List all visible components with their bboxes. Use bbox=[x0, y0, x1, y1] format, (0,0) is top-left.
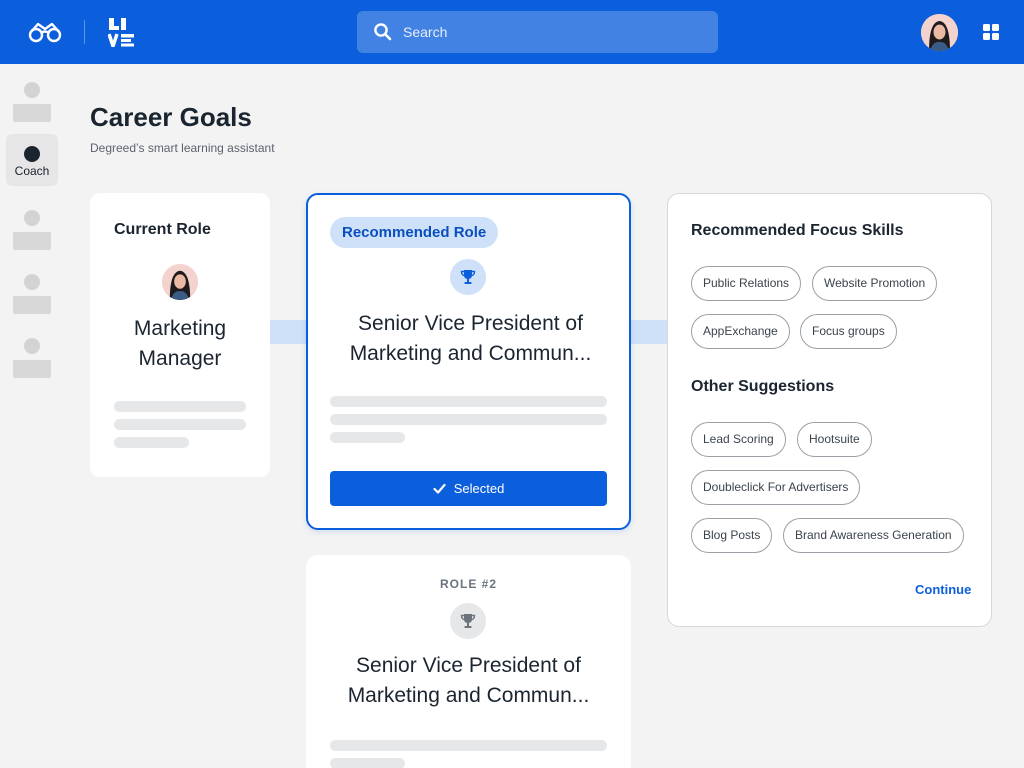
current-role-name-line2: Manager bbox=[138, 347, 222, 370]
suggested-skill-chip[interactable]: Hootsuite bbox=[797, 422, 872, 457]
focus-skill-chip[interactable]: Focus groups bbox=[800, 314, 897, 349]
skeleton-line bbox=[330, 758, 405, 768]
page-title: Career Goals bbox=[90, 102, 252, 132]
rail-item-icon bbox=[24, 338, 40, 354]
page-subtitle: Degreed’s smart learning assistant bbox=[90, 141, 275, 155]
current-role-avatar bbox=[162, 264, 198, 300]
recommended-role-title-line2: Marketing and Commun... bbox=[349, 342, 592, 365]
focus-skill-chip[interactable]: Public Relations bbox=[691, 266, 802, 301]
rail-item-label-placeholder bbox=[13, 104, 51, 122]
trophy-icon bbox=[450, 259, 486, 295]
recommended-role-card[interactable]: Recommended Role Senior Vice President o… bbox=[306, 193, 631, 530]
skeleton-line bbox=[330, 740, 607, 751]
skills-panel: Recommended Focus Skills Public Relation… bbox=[667, 193, 992, 627]
user-avatar[interactable] bbox=[921, 14, 958, 51]
logo-divider bbox=[84, 20, 85, 44]
role-connector-right bbox=[631, 320, 667, 344]
rail-item-label-placeholder bbox=[13, 296, 51, 314]
rail-item-coach[interactable]: Coach bbox=[6, 134, 58, 186]
top-bar bbox=[0, 0, 1024, 64]
rail-item-label-placeholder bbox=[13, 360, 51, 378]
apps-grid-icon[interactable] bbox=[983, 24, 999, 40]
suggested-skill-chip[interactable]: Blog Posts bbox=[691, 518, 773, 553]
rail-item-3[interactable] bbox=[6, 198, 58, 250]
trophy-icon bbox=[450, 603, 486, 639]
rail-item-1[interactable] bbox=[6, 70, 58, 122]
search-icon bbox=[374, 23, 392, 41]
search-box[interactable] bbox=[357, 11, 718, 53]
rail-item-5[interactable] bbox=[6, 326, 58, 378]
focus-skills-heading: Recommended Focus Skills bbox=[691, 222, 904, 239]
selected-button-label: Selected bbox=[453, 481, 505, 496]
current-role-name-line1: Marketing bbox=[133, 317, 227, 340]
focus-skill-chip[interactable]: Website Promotion bbox=[812, 266, 938, 301]
skeleton-line bbox=[114, 437, 189, 448]
suggested-skill-chip[interactable]: Doubleclick For Advertisers bbox=[691, 470, 861, 505]
role-2-card[interactable]: ROLE #2 Senior Vice President of Marketi… bbox=[306, 555, 631, 768]
focus-skill-chip[interactable]: AppExchange bbox=[691, 314, 790, 349]
other-suggestions-heading: Other Suggestions bbox=[691, 378, 835, 395]
recommended-role-badge: Recommended Role bbox=[330, 217, 499, 248]
suggested-skill-chip[interactable]: Lead Scoring bbox=[691, 422, 786, 457]
degreed-glasses-logo-icon[interactable] bbox=[28, 20, 62, 44]
role-2-label: ROLE #2 bbox=[439, 577, 497, 591]
skeleton-line bbox=[114, 401, 246, 412]
recommended-role-title-line1: Senior Vice President of bbox=[358, 312, 583, 335]
current-role-label: Current Role bbox=[114, 221, 211, 238]
left-nav-rail: Coach bbox=[0, 64, 64, 768]
continue-link[interactable]: Continue bbox=[915, 582, 971, 597]
rail-item-4[interactable] bbox=[6, 262, 58, 314]
skeleton-line bbox=[330, 414, 607, 425]
rail-item-icon bbox=[24, 82, 40, 98]
skeleton-line bbox=[330, 432, 405, 443]
selected-button[interactable]: Selected bbox=[330, 471, 607, 506]
rail-item-label-placeholder bbox=[13, 232, 51, 250]
rail-item-icon bbox=[24, 210, 40, 226]
search-input[interactable] bbox=[403, 24, 683, 40]
rail-item-label: Coach bbox=[14, 164, 50, 178]
rail-item-icon bbox=[24, 274, 40, 290]
role-2-title-line1: Senior Vice President of bbox=[356, 654, 581, 677]
skeleton-line bbox=[114, 419, 246, 430]
coach-icon bbox=[24, 146, 40, 162]
role-2-title-line2: Marketing and Commun... bbox=[347, 684, 590, 707]
skeleton-line bbox=[330, 396, 607, 407]
check-icon bbox=[433, 483, 446, 494]
role-connector-left bbox=[270, 320, 306, 344]
current-role-card: Current Role Marketing Manager bbox=[90, 193, 270, 477]
live-brand-logo-icon[interactable] bbox=[108, 17, 136, 47]
suggested-skill-chip[interactable]: Brand Awareness Generation bbox=[783, 518, 964, 553]
